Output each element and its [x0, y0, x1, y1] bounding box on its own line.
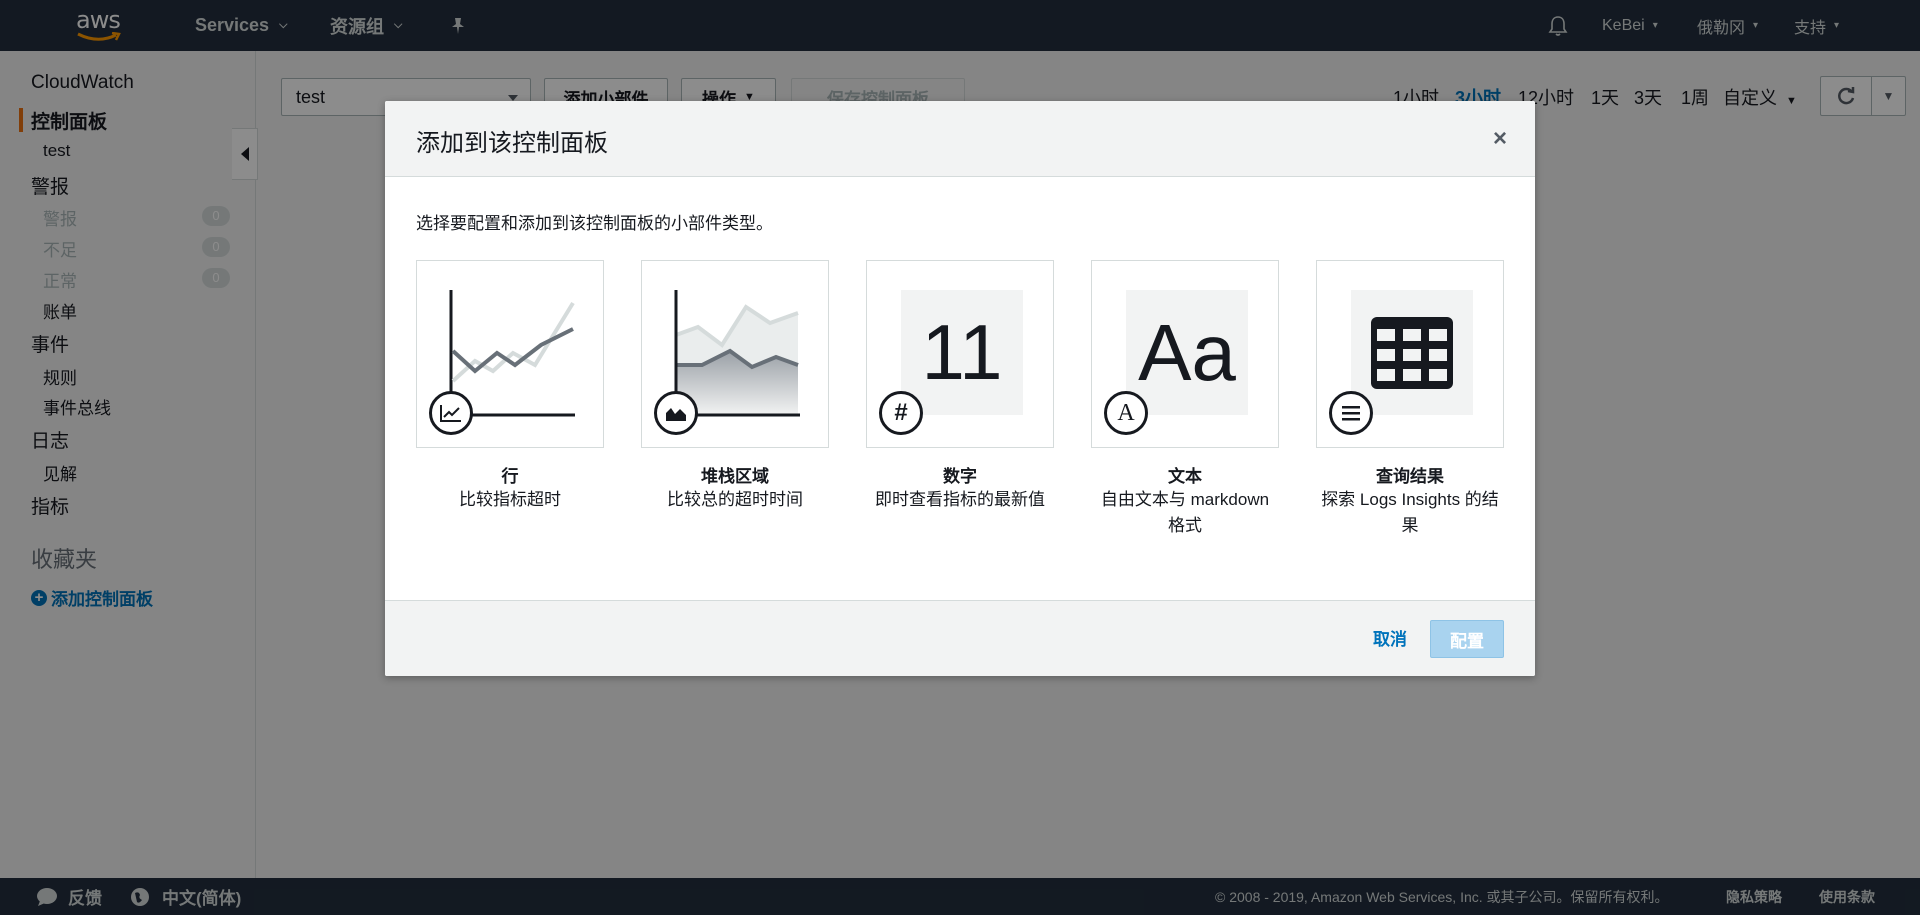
text-icon: A [1104, 391, 1148, 435]
widget-description: 探索 Logs Insights 的结果 [1321, 490, 1499, 535]
cancel-button[interactable]: 取消 [1373, 625, 1407, 650]
widget-description: 自由文本与 markdown 格式 [1100, 490, 1270, 535]
add-widget-modal: 添加到该控制面板 × 选择要配置和添加到该控制面板的小部件类型。 行 比较指标超… [385, 101, 1535, 676]
widget-option-line[interactable]: 行 比较指标超时 [416, 260, 604, 513]
widget-description: 比较指标超时 [459, 490, 561, 509]
widget-preview-stacked-area [641, 260, 829, 448]
hash-icon: # [879, 391, 923, 435]
widget-preview-number: 11 # [866, 260, 1054, 448]
widget-title: 行 [501, 467, 519, 486]
close-icon[interactable]: × [1493, 125, 1507, 153]
list-icon [1329, 391, 1373, 435]
widget-type-list: 行 比较指标超时 堆栈区域 比较总的超时时间 11 # 数字 即时查看指标的最新… [416, 260, 1506, 560]
widget-title: 查询结果 [1376, 467, 1444, 486]
widget-description: 比较总的超时时间 [667, 490, 803, 509]
line-chart-icon [429, 391, 473, 435]
modal-header: 添加到该控制面板 × [385, 101, 1535, 177]
widget-description: 即时查看指标的最新值 [875, 490, 1045, 509]
widget-option-query-results[interactable]: 查询结果 探索 Logs Insights 的结果 [1316, 260, 1504, 539]
widget-option-stacked-area[interactable]: 堆栈区域 比较总的超时时间 [641, 260, 829, 513]
number-sample: 11 [921, 308, 1003, 396]
widget-option-number[interactable]: 11 # 数字 即时查看指标的最新值 [866, 260, 1054, 513]
table-grid-icon [1371, 317, 1453, 389]
text-sample: Aa [1138, 307, 1236, 397]
widget-option-text[interactable]: Aa A 文本 自由文本与 markdown 格式 [1091, 260, 1279, 539]
widget-preview-line [416, 260, 604, 448]
widget-title: 文本 [1168, 467, 1202, 486]
widget-preview-text: Aa A [1091, 260, 1279, 448]
widget-preview-query-results [1316, 260, 1504, 448]
configure-button[interactable]: 配置 [1430, 620, 1504, 658]
modal-title: 添加到该控制面板 [416, 130, 608, 157]
widget-title: 数字 [943, 467, 977, 486]
area-chart-icon [654, 391, 698, 435]
widget-title: 堆栈区域 [701, 467, 769, 486]
modal-description: 选择要配置和添加到该控制面板的小部件类型。 [416, 214, 773, 233]
modal-footer: 取消 配置 [385, 600, 1535, 676]
